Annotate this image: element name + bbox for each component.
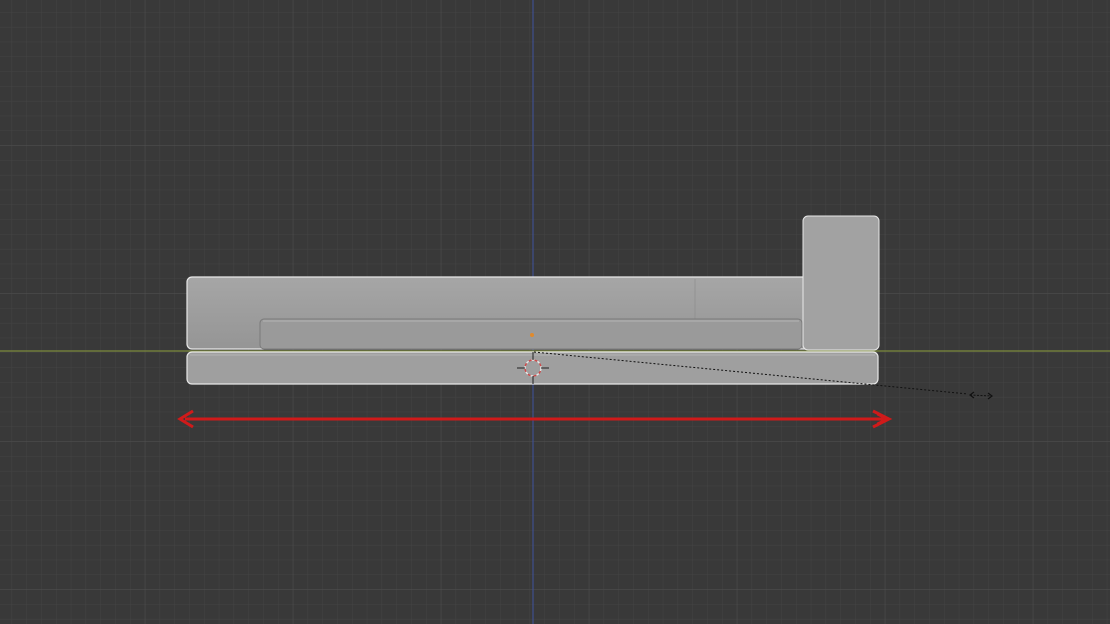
origin-point-icon	[530, 333, 534, 337]
viewport-canvas[interactable]	[0, 0, 1110, 624]
mesh-end-block[interactable]	[802, 215, 880, 351]
3d-viewport[interactable]	[0, 0, 1110, 624]
